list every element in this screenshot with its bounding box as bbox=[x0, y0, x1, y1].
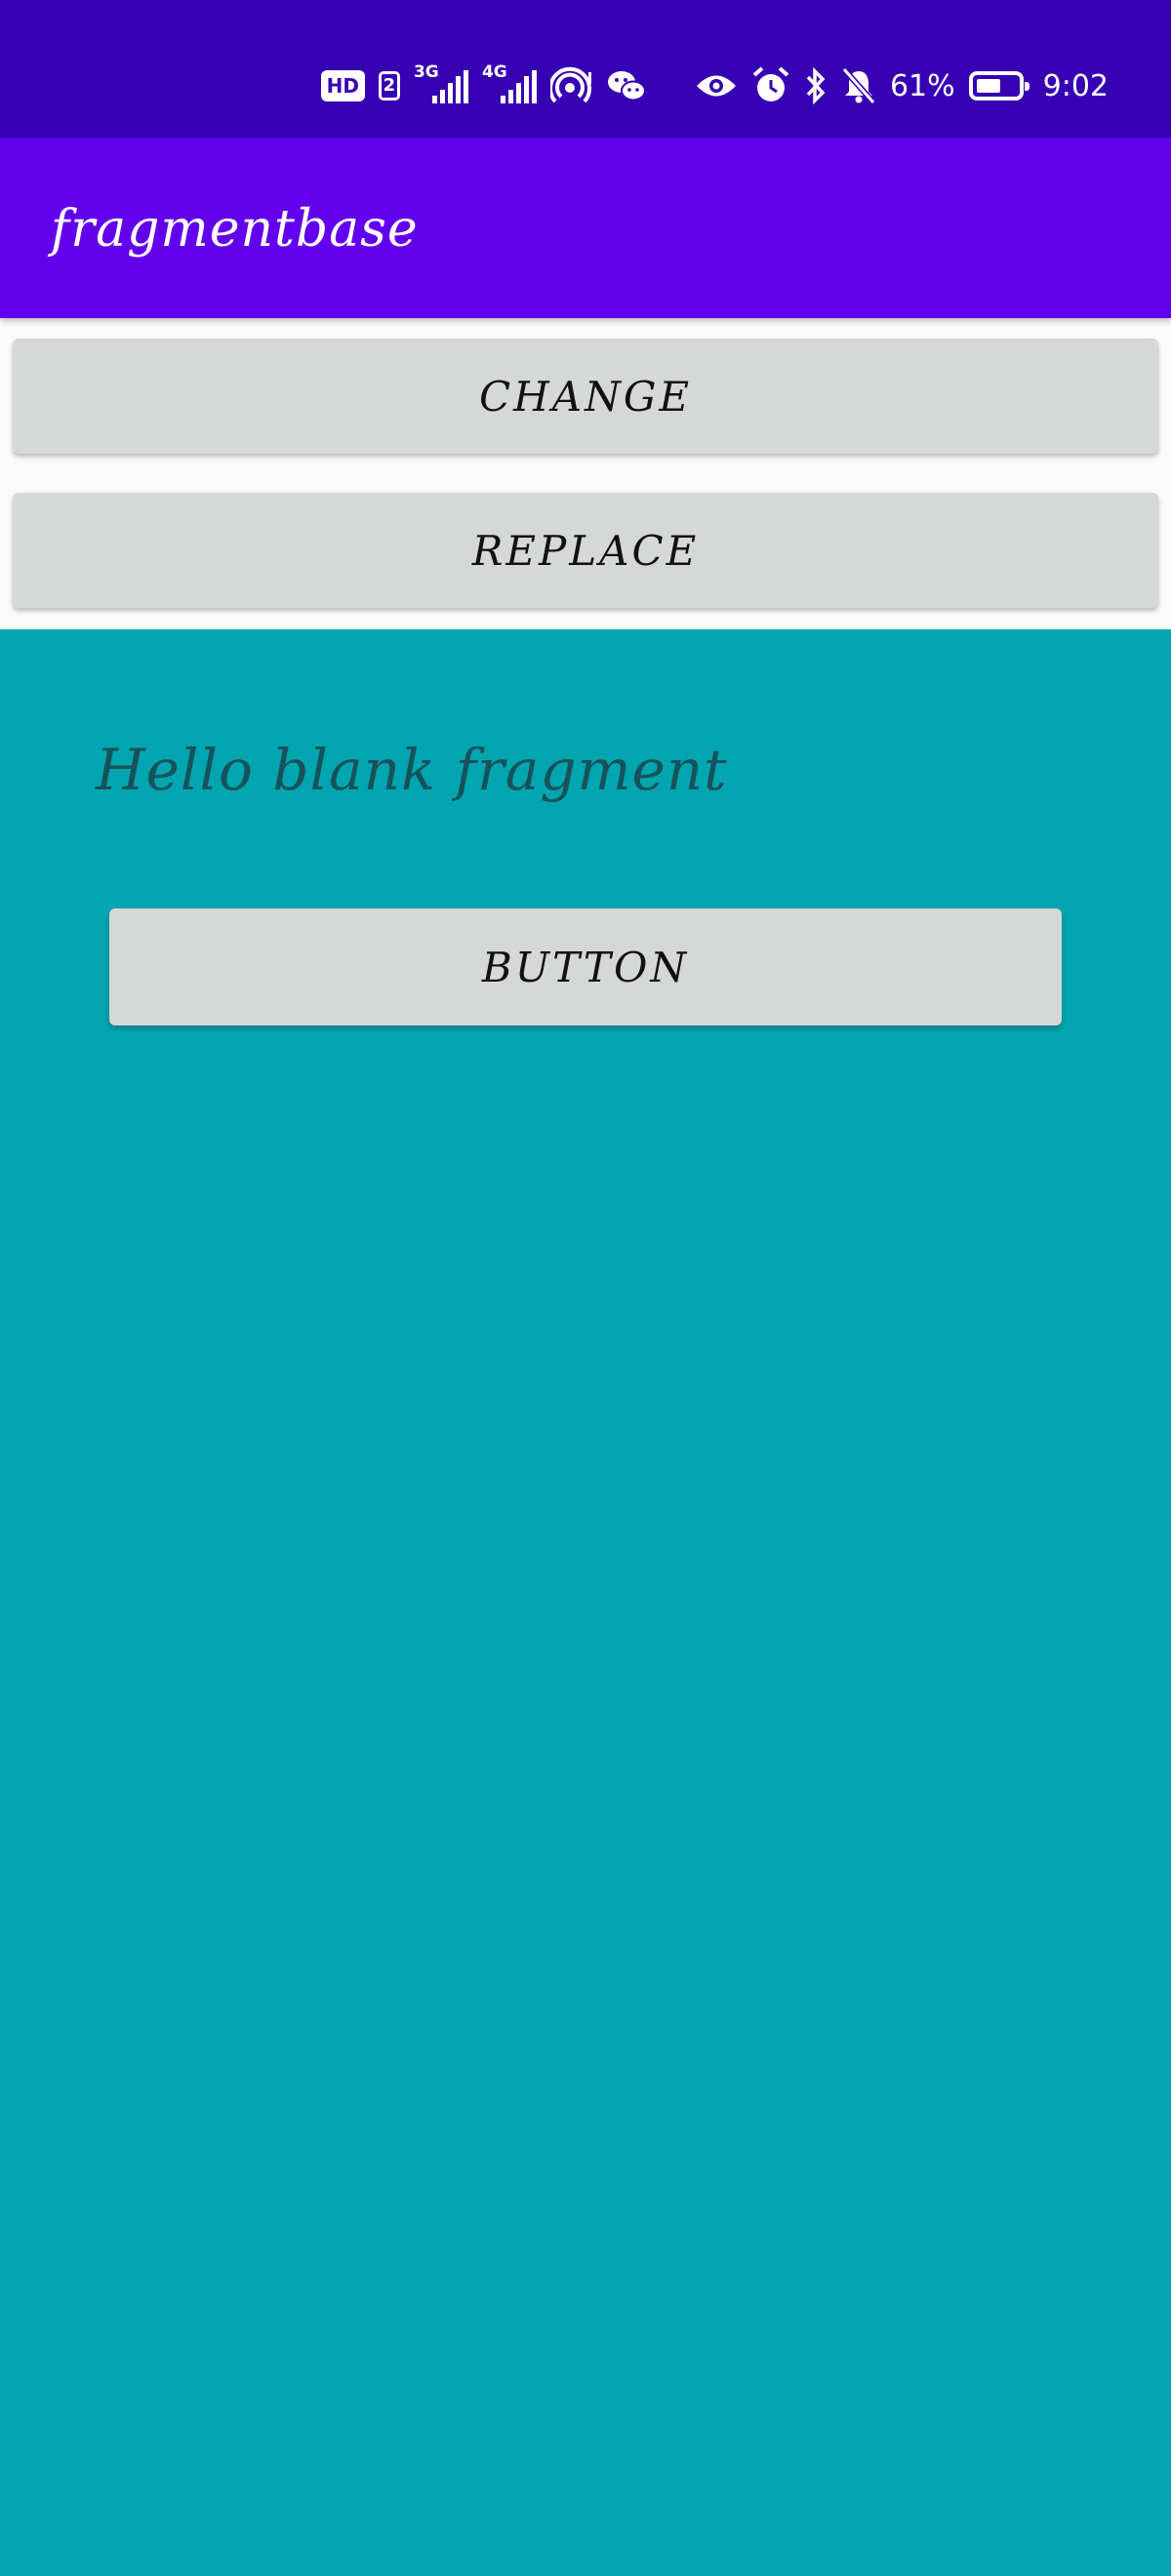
replace-button[interactable]: REPLACE bbox=[13, 493, 1158, 608]
sim-2-icon: 2 bbox=[378, 71, 400, 101]
hd-icon: HD bbox=[320, 70, 365, 101]
change-button[interactable]: CHANGE bbox=[13, 339, 1158, 454]
blank-fragment-container: Hello blank fragment BUTTON bbox=[0, 629, 1171, 2576]
status-bar: HD 2 3G 4G 61% 9:02 bbox=[0, 0, 1171, 138]
status-icons: HD 2 3G 4G 61% 9:02 bbox=[320, 62, 1109, 107]
mute-icon bbox=[841, 66, 876, 105]
battery-percent: 61% bbox=[889, 68, 955, 103]
signal-3g-icon: 3G bbox=[414, 62, 468, 105]
bluetooth-icon bbox=[804, 66, 828, 105]
app-title: fragmentbase bbox=[51, 200, 419, 259]
fragment-button[interactable]: BUTTON bbox=[109, 908, 1062, 1026]
alarm-icon bbox=[751, 66, 790, 105]
eye-comfort-icon bbox=[695, 71, 738, 101]
battery-icon bbox=[968, 71, 1030, 101]
signal-4g-icon: 4G bbox=[482, 62, 537, 105]
clock: 9:02 bbox=[1042, 68, 1109, 103]
app-bar: fragmentbase bbox=[0, 138, 1171, 318]
fragment-text: Hello blank fragment bbox=[96, 737, 728, 803]
hotspot-icon bbox=[549, 66, 593, 105]
wechat-icon bbox=[607, 68, 646, 103]
